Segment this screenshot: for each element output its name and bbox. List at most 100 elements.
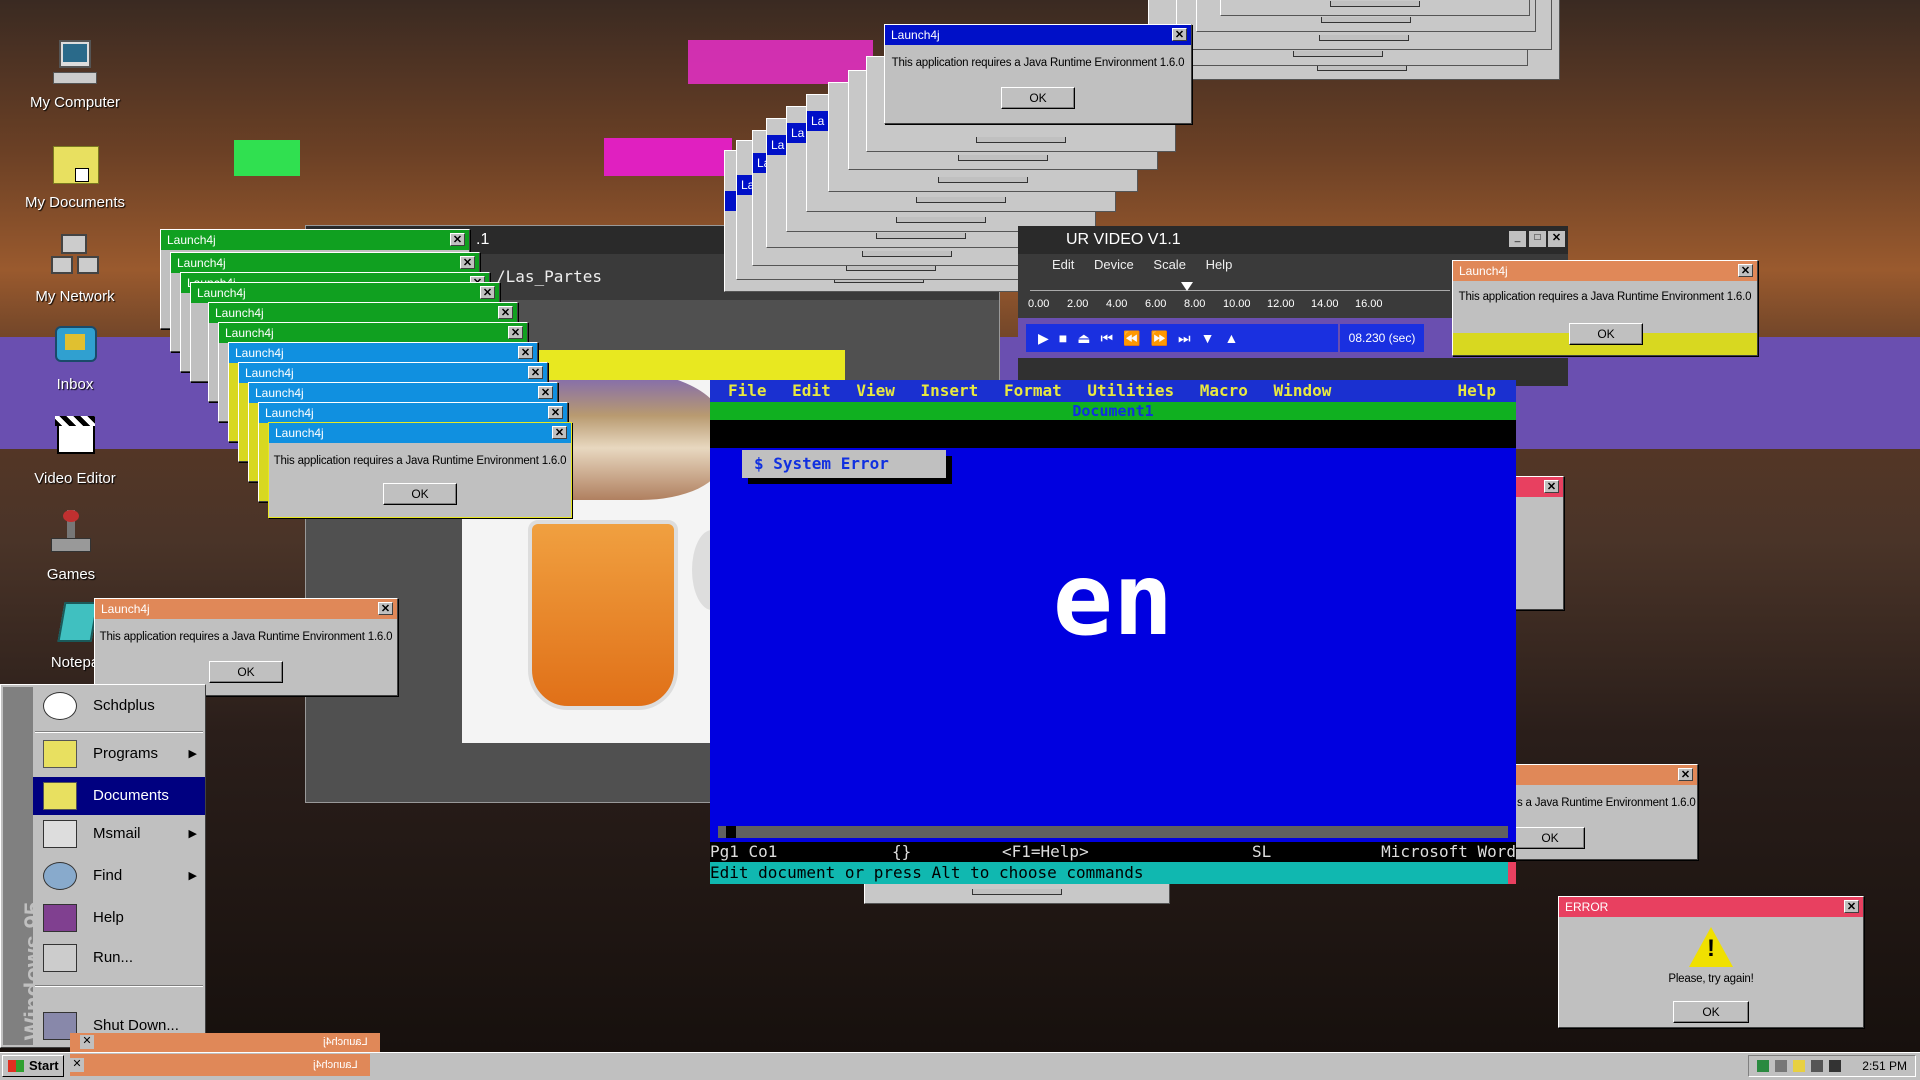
- desktop-icon-inbox[interactable]: Inbox: [20, 320, 130, 393]
- start-item-label: Programs: [93, 745, 159, 762]
- close-icon[interactable]: ✕: [1844, 900, 1859, 913]
- ok-button[interactable]: OK: [1569, 323, 1643, 345]
- computer-icon: [49, 38, 101, 88]
- skip-end-icon[interactable]: ⏭: [1178, 330, 1201, 346]
- tray-mail-icon[interactable]: [1793, 1060, 1805, 1072]
- menu-help[interactable]: Help: [1206, 257, 1233, 272]
- fast-forward-icon[interactable]: ⏩: [1151, 330, 1178, 346]
- launch4j-dialog-top-center[interactable]: Launch4j ✕ This application requires a Ja…: [884, 24, 1192, 124]
- submenu-arrow-icon: ▶: [188, 748, 197, 760]
- dialog-message: This application requires a Java Runtime…: [273, 455, 567, 467]
- ok-button[interactable]: OK: [1515, 827, 1585, 849]
- launch4j-dialog-partial-right[interactable]: ✕ s a Java Runtime Environment 1.6.0 OK: [1514, 764, 1698, 860]
- dialog-title: Launch4j: [225, 326, 274, 340]
- desktop-icon-games[interactable]: Games: [16, 510, 126, 583]
- close-icon[interactable]: ✕: [450, 233, 465, 246]
- tray-volume-icon[interactable]: [1829, 1060, 1841, 1072]
- menu-edit[interactable]: Edit: [1052, 257, 1074, 272]
- start-item-help[interactable]: Help: [33, 899, 205, 937]
- start-item-documents[interactable]: Documents: [33, 777, 205, 815]
- close-icon[interactable]: ✕: [518, 346, 533, 359]
- start-button[interactable]: Start: [2, 1055, 64, 1077]
- close-icon[interactable]: ✕: [552, 426, 567, 439]
- tray-network-icon[interactable]: [1757, 1060, 1769, 1072]
- rewind-icon[interactable]: ⏪: [1123, 330, 1150, 346]
- minimize-icon[interactable]: _: [1509, 231, 1526, 247]
- word-menu-view[interactable]: View: [856, 381, 895, 400]
- desktop-icon-my-network[interactable]: My Network: [20, 232, 130, 305]
- launch4j-dialog-partial-pink[interactable]: ✕: [1508, 476, 1564, 610]
- close-icon[interactable]: ✕: [1548, 231, 1565, 247]
- start-item-schdplus[interactable]: Schdplus: [33, 687, 205, 725]
- close-icon[interactable]: ✕: [70, 1058, 84, 1072]
- volume-down-icon[interactable]: ▼: [1201, 330, 1225, 346]
- close-icon[interactable]: ✕: [1678, 768, 1693, 781]
- stop-icon[interactable]: ■: [1059, 330, 1077, 346]
- desktop-icon-video-editor[interactable]: Video Editor: [20, 414, 130, 487]
- desktop-icon-my-computer[interactable]: My Computer: [20, 38, 130, 111]
- close-icon[interactable]: ✕: [378, 602, 393, 615]
- close-icon[interactable]: ✕: [1172, 28, 1187, 41]
- close-icon[interactable]: ✕: [480, 286, 495, 299]
- word-menu-macro[interactable]: Macro: [1200, 381, 1248, 400]
- dialog-title: Launch4j: [235, 346, 284, 360]
- word-menu-format[interactable]: Format: [1004, 381, 1062, 400]
- tick-label: 6.00: [1145, 298, 1167, 310]
- error-ok-button[interactable]: OK: [1673, 1001, 1749, 1023]
- error-dialog[interactable]: ERROR ✕ ! Please, try again! OK: [1558, 896, 1864, 1028]
- close-icon[interactable]: ✕: [498, 306, 513, 319]
- word-menu-window[interactable]: Window: [1274, 381, 1332, 400]
- schedule-icon: [43, 692, 77, 720]
- close-icon[interactable]: ✕: [508, 326, 523, 339]
- dialog-title: Launch4j: [275, 426, 324, 440]
- launch4j-dialog-orange-right[interactable]: Launch4j ✕ This application requires a Ja…: [1452, 260, 1758, 356]
- close-icon[interactable]: ✕: [80, 1035, 94, 1049]
- skip-start-icon[interactable]: ⏮: [1100, 330, 1123, 346]
- close-icon[interactable]: ✕: [1544, 480, 1559, 493]
- dialog-title: Launch4j: [891, 28, 940, 42]
- taskbar-button-launch4j-1[interactable]: ✕ Launch4j: [70, 1033, 380, 1052]
- word-menu-file[interactable]: File: [728, 381, 767, 400]
- submenu-arrow-icon: ▶: [188, 828, 197, 840]
- ok-button[interactable]: OK: [209, 661, 283, 683]
- system-tray: 2:51 PM: [1748, 1055, 1916, 1077]
- launch4j-dialog-orange-left[interactable]: Launch4j ✕ This application requires a Ja…: [94, 598, 398, 696]
- taskbar-clock: 2:51 PM: [1862, 1059, 1907, 1073]
- tick-label: 0.00: [1028, 298, 1050, 310]
- desktop-icon-my-documents[interactable]: My Documents: [20, 138, 130, 211]
- timeline-playhead[interactable]: [1181, 282, 1193, 291]
- word-command-prompt: Edit document or press Alt to choose com…: [710, 862, 1516, 884]
- tray-printer-icon[interactable]: [1775, 1060, 1787, 1072]
- yellow-glitch-strip: [530, 350, 845, 380]
- close-icon[interactable]: ✕: [1738, 264, 1753, 277]
- taskbar-button-launch4j-2[interactable]: ✕ Launch4j: [70, 1054, 370, 1076]
- mail-icon: [43, 820, 77, 848]
- help-book-icon: [43, 904, 77, 932]
- close-icon[interactable]: ✕: [460, 256, 475, 269]
- ok-button[interactable]: OK: [383, 483, 457, 505]
- word-menu-utilities[interactable]: Utilities: [1087, 381, 1174, 400]
- volume-up-icon[interactable]: ▲: [1224, 330, 1248, 346]
- word-menu-help[interactable]: Help: [1457, 380, 1496, 402]
- clapperboard-icon: [49, 414, 101, 464]
- eject-icon[interactable]: ⏏: [1077, 330, 1100, 346]
- close-icon[interactable]: ✕: [548, 406, 563, 419]
- menu-device[interactable]: Device: [1094, 257, 1134, 272]
- start-item-run[interactable]: Run...: [33, 939, 205, 977]
- close-icon[interactable]: ✕: [528, 366, 543, 379]
- start-item-programs[interactable]: Programs ▶: [33, 735, 205, 773]
- menu-scale[interactable]: Scale: [1153, 257, 1186, 272]
- word-menu-insert[interactable]: Insert: [921, 381, 979, 400]
- ok-button[interactable]: OK: [1001, 87, 1075, 109]
- start-item-find[interactable]: Find ▶: [33, 857, 205, 895]
- close-icon[interactable]: ✕: [538, 386, 553, 399]
- dialog-title: Launch4j: [197, 286, 246, 300]
- horizontal-scrollbar[interactable]: [718, 826, 1508, 838]
- tray-power-icon[interactable]: [1811, 1060, 1823, 1072]
- start-menu: Windows 95 Schdplus Programs ▶ Documents …: [0, 684, 206, 1048]
- word-menu-edit[interactable]: Edit: [792, 381, 831, 400]
- launch4j-dialog-front-left[interactable]: Launch4j ✕ This application requires a Ja…: [268, 422, 572, 518]
- start-item-msmail[interactable]: Msmail ▶: [33, 815, 205, 853]
- maximize-icon[interactable]: □: [1529, 231, 1546, 247]
- play-icon[interactable]: ▶: [1038, 330, 1059, 346]
